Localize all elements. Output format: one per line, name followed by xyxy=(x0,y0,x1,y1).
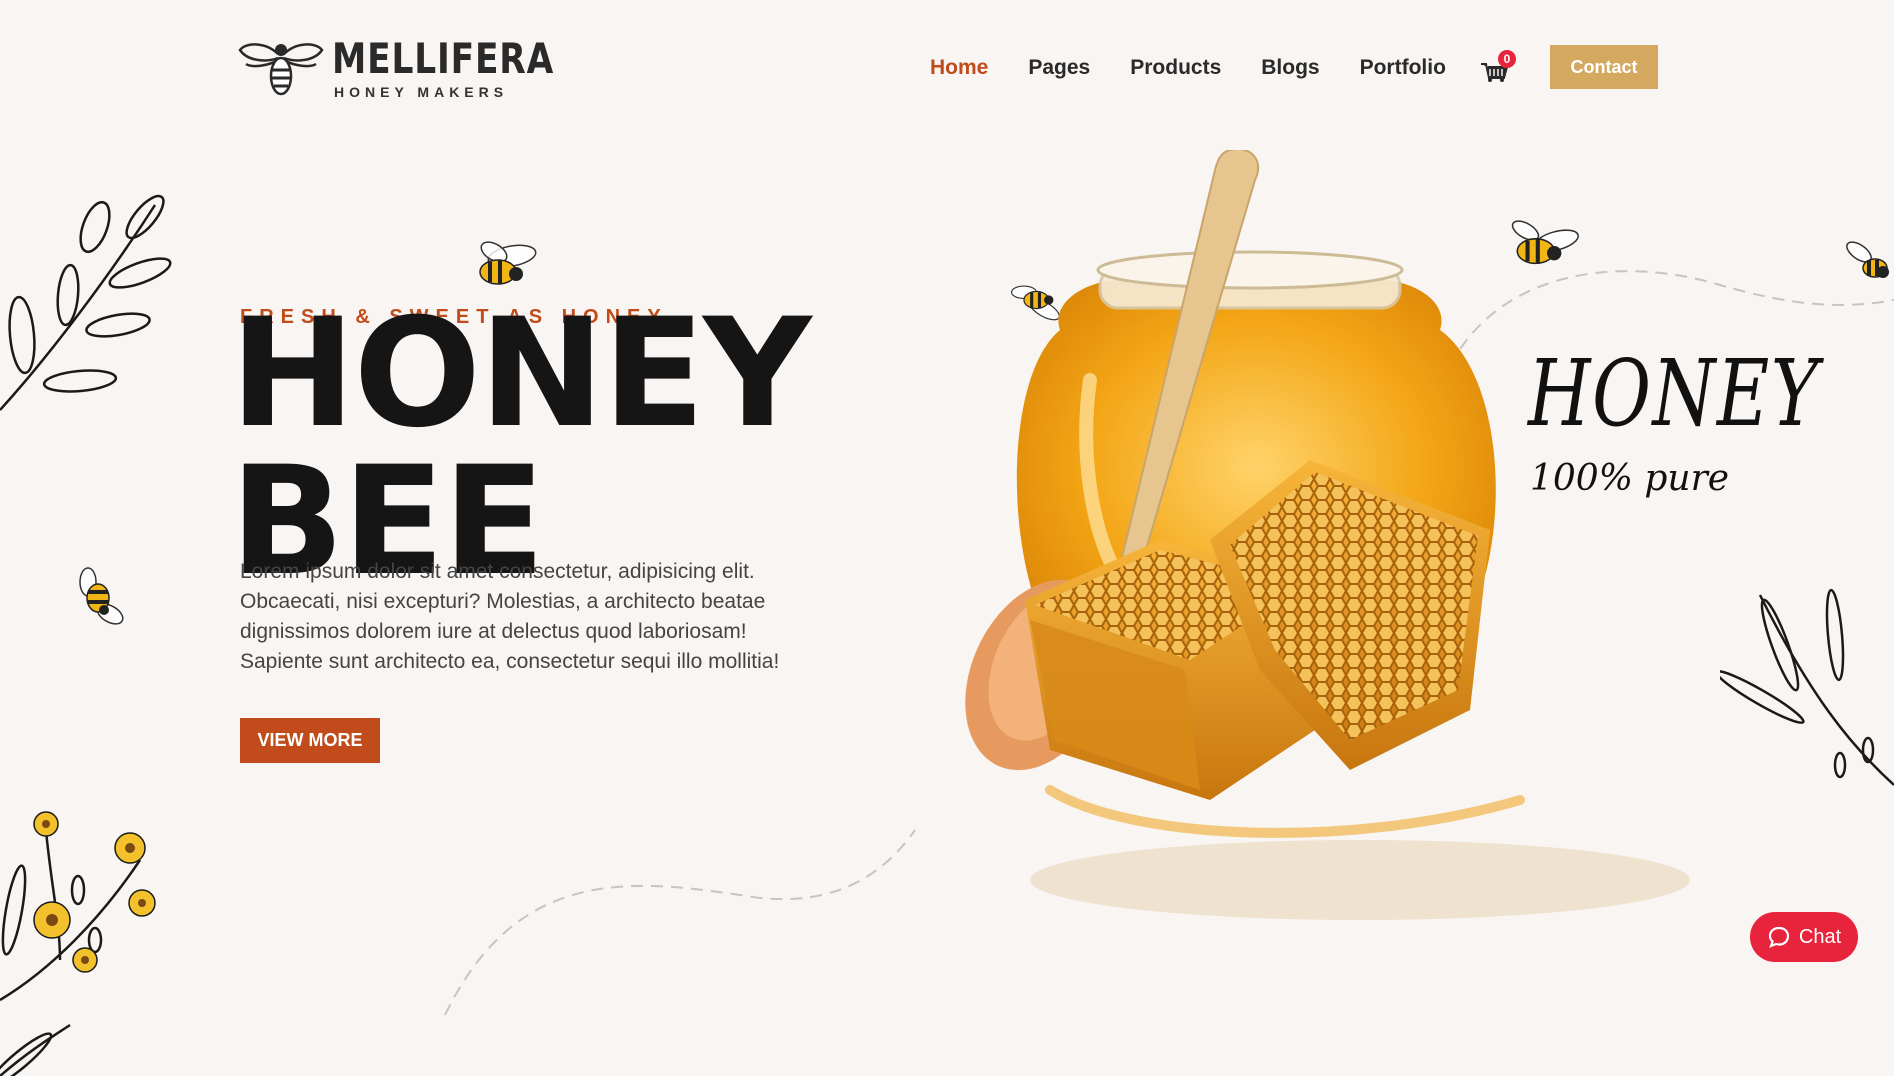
nav-item-home[interactable]: Home xyxy=(930,52,988,84)
view-more-button[interactable]: VIEW MORE xyxy=(240,718,380,763)
cart-count-badge: 0 xyxy=(1498,50,1516,68)
leaf-branch-icon xyxy=(0,194,172,411)
hero-title: HONEY BEE xyxy=(230,299,812,597)
chat-bubble-icon xyxy=(1768,926,1789,948)
nav-item-portfolio[interactable]: Portfolio xyxy=(1360,52,1446,84)
chat-label: Chat xyxy=(1798,925,1842,948)
contact-button[interactable]: Contact xyxy=(1550,45,1658,89)
brand-tagline: HONEY MAKERS xyxy=(334,84,509,100)
nav-item-products[interactable]: Products xyxy=(1130,52,1221,84)
nav-item-pages[interactable]: Pages xyxy=(1028,52,1090,84)
badge-title: HONEY xyxy=(1528,340,1820,447)
main-nav: Home Pages Products Blogs Portfolio xyxy=(930,52,1486,84)
bee-logo-icon xyxy=(238,43,324,96)
cart-button[interactable]: 0 xyxy=(1480,50,1516,84)
leaf-branch-icon xyxy=(1720,588,1894,786)
hero-description: Lorem ipsum dolor sit amet consectetur, … xyxy=(240,560,780,673)
bee-icon xyxy=(79,567,124,625)
flower-branch-icon xyxy=(0,811,156,1076)
honey-jar-image xyxy=(965,150,1690,920)
bee-icon xyxy=(479,241,537,285)
nav-item-blogs[interactable]: Blogs xyxy=(1261,52,1319,84)
chat-button[interactable]: Chat xyxy=(1750,912,1858,962)
logo[interactable]: MELLIFERA HONEY MAKERS xyxy=(238,34,553,104)
brand-name: MELLIFERA xyxy=(332,34,555,83)
badge-subtitle: 100% pure xyxy=(1530,458,1730,499)
bee-icon xyxy=(1846,241,1889,278)
